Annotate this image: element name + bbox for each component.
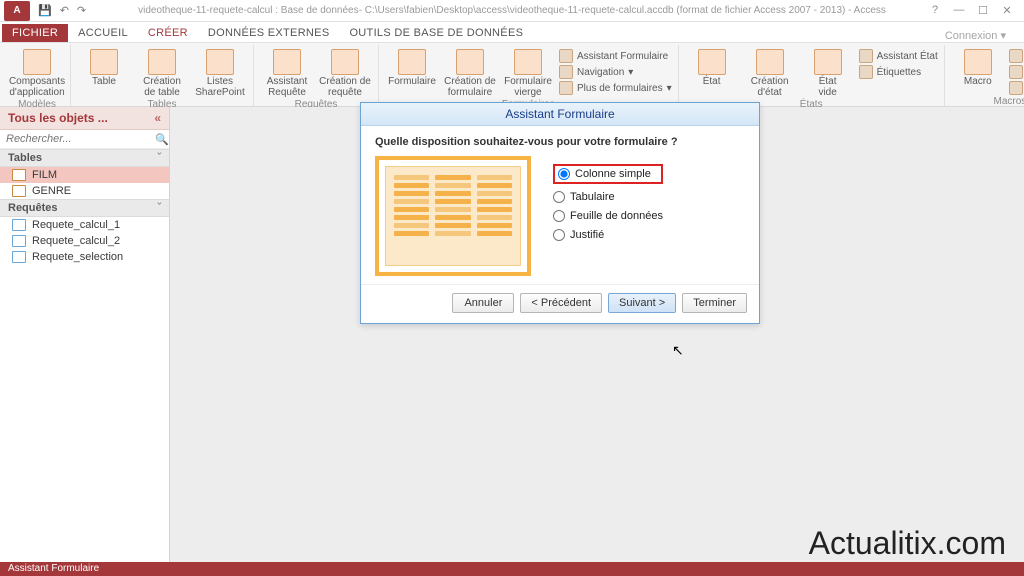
form-wizard-dialog: Assistant Formulaire Quelle disposition …: [360, 102, 760, 324]
visual-basic-button[interactable]: Visual Basic: [1009, 81, 1024, 95]
navpane-section-tables[interactable]: Tablesˇ: [0, 149, 169, 167]
table-icon: [12, 169, 26, 181]
report-design-button[interactable]: Création d'état: [743, 47, 797, 98]
form-wizard-button[interactable]: Assistant Formulaire: [559, 49, 672, 63]
option-columnar[interactable]: Colonne simple: [553, 164, 663, 184]
labels-button[interactable]: Étiquettes: [859, 65, 938, 79]
table-button[interactable]: Table: [77, 47, 131, 87]
close-icon[interactable]: ✕: [998, 4, 1016, 17]
body: Tous les objets ...« 🔍 Tablesˇ FILM GENR…: [0, 107, 1024, 566]
save-icon[interactable]: 💾: [38, 4, 52, 17]
navigation-button[interactable]: Navigation ▾: [559, 65, 672, 79]
search-icon[interactable]: 🔍: [155, 133, 169, 146]
blank-report-button[interactable]: État vide: [801, 47, 855, 98]
layout-options: Colonne simple Tabulaire Feuille de donn…: [553, 156, 663, 241]
navpane-item-film[interactable]: FILM: [0, 167, 169, 183]
option-tabular[interactable]: Tabulaire: [553, 191, 663, 203]
tab-db-tools[interactable]: OUTILS DE BASE DE DONNÉES: [339, 24, 533, 42]
query-icon: [12, 219, 26, 231]
group-forms: Formulaire Création de formulaire Formul…: [379, 45, 679, 106]
tab-external-data[interactable]: DONNÉES EXTERNES: [198, 24, 340, 42]
sharepoint-lists-button[interactable]: Listes SharePoint: [193, 47, 247, 98]
next-button[interactable]: Suivant >: [608, 293, 676, 313]
search-input[interactable]: [0, 130, 155, 148]
chevron-down-icon: «: [154, 111, 161, 125]
more-forms-button[interactable]: Plus de formulaires ▾: [559, 81, 672, 95]
query-design-button[interactable]: Création de requête: [318, 47, 372, 98]
module-button[interactable]: Module: [1009, 49, 1024, 63]
previous-button[interactable]: < Précédent: [520, 293, 602, 313]
report-wizard-button[interactable]: Assistant État: [859, 49, 938, 63]
group-macros: Macro Module Module de classe Visual Bas…: [945, 45, 1024, 106]
dialog-title: Assistant Formulaire: [361, 103, 759, 126]
group-models: Composants d'application Modèles: [4, 45, 71, 106]
navigation-pane: Tous les objets ...« 🔍 Tablesˇ FILM GENR…: [0, 107, 170, 566]
finish-button[interactable]: Terminer: [682, 293, 747, 313]
class-module-button[interactable]: Module de classe: [1009, 65, 1024, 79]
ribbon-tabs: FICHIER ACCUEIL CRÉER DONNÉES EXTERNES O…: [0, 22, 1024, 42]
navpane-item-query3[interactable]: Requete_selection: [0, 249, 169, 265]
app-badge-icon: A: [4, 1, 30, 21]
navpane-section-queries[interactable]: Requêtesˇ: [0, 199, 169, 217]
table-design-button[interactable]: Création de table: [135, 47, 189, 98]
titlebar: A 💾 ↶ ↷ videotheque-11-requete-calcul : …: [0, 0, 1024, 22]
navpane-item-query1[interactable]: Requete_calcul_1: [0, 217, 169, 233]
tab-create[interactable]: CRÉER: [138, 24, 198, 42]
maximize-icon[interactable]: ☐: [974, 4, 992, 17]
cancel-button[interactable]: Annuler: [452, 293, 514, 313]
tab-file[interactable]: FICHIER: [2, 24, 68, 42]
workspace: Assistant Formulaire Quelle disposition …: [170, 107, 1024, 566]
dialog-question: Quelle disposition souhaitez-vous pour v…: [375, 136, 745, 148]
ribbon: Composants d'application Modèles Table C…: [0, 42, 1024, 107]
option-datasheet-radio[interactable]: [553, 210, 565, 222]
navpane-search: 🔍: [0, 130, 169, 149]
dialog-buttons: Annuler < Précédent Suivant > Terminer: [361, 284, 759, 323]
navpane-item-genre[interactable]: GENRE: [0, 183, 169, 199]
login-link[interactable]: Connexion ▾: [945, 29, 1024, 42]
watermark: Actualitix.com: [809, 525, 1006, 562]
table-icon: [12, 185, 26, 197]
group-reports: État Création d'état État vide Assistant…: [679, 45, 945, 106]
minimize-icon[interactable]: —: [950, 4, 968, 17]
option-justified[interactable]: Justifié: [553, 229, 663, 241]
navpane-item-query2[interactable]: Requete_calcul_2: [0, 233, 169, 249]
chevron-up-icon: ˇ: [157, 202, 161, 214]
group-queries: Assistant Requête Création de requête Re…: [254, 45, 379, 106]
option-tabular-radio[interactable]: [553, 191, 565, 203]
tab-home[interactable]: ACCUEIL: [68, 24, 138, 42]
option-justified-radio[interactable]: [553, 229, 565, 241]
redo-icon[interactable]: ↷: [77, 4, 86, 17]
status-bar: Assistant Formulaire: [0, 562, 1024, 576]
navpane-header[interactable]: Tous les objets ...«: [0, 107, 169, 130]
undo-icon[interactable]: ↶: [60, 4, 69, 17]
cursor-icon: ↖: [672, 342, 684, 359]
window-title: videotheque-11-requete-calcul : Base de …: [138, 5, 886, 16]
query-icon: [12, 251, 26, 263]
layout-preview: [375, 156, 531, 276]
blank-form-button[interactable]: Formulaire vierge: [501, 47, 555, 98]
option-datasheet[interactable]: Feuille de données: [553, 210, 663, 222]
form-button[interactable]: Formulaire: [385, 47, 439, 87]
form-design-button[interactable]: Création de formulaire: [443, 47, 497, 98]
group-tables: Table Création de table Listes SharePoin…: [71, 45, 254, 106]
chevron-up-icon: ˇ: [157, 152, 161, 164]
query-icon: [12, 235, 26, 247]
option-columnar-radio[interactable]: [558, 168, 570, 180]
macro-button[interactable]: Macro: [951, 47, 1005, 87]
quick-access-toolbar: 💾 ↶ ↷: [38, 4, 86, 17]
report-button[interactable]: État: [685, 47, 739, 87]
query-wizard-button[interactable]: Assistant Requête: [260, 47, 314, 98]
help-icon[interactable]: ?: [926, 4, 944, 17]
app-parts-button[interactable]: Composants d'application: [10, 47, 64, 98]
app-window: A 💾 ↶ ↷ videotheque-11-requete-calcul : …: [0, 0, 1024, 576]
